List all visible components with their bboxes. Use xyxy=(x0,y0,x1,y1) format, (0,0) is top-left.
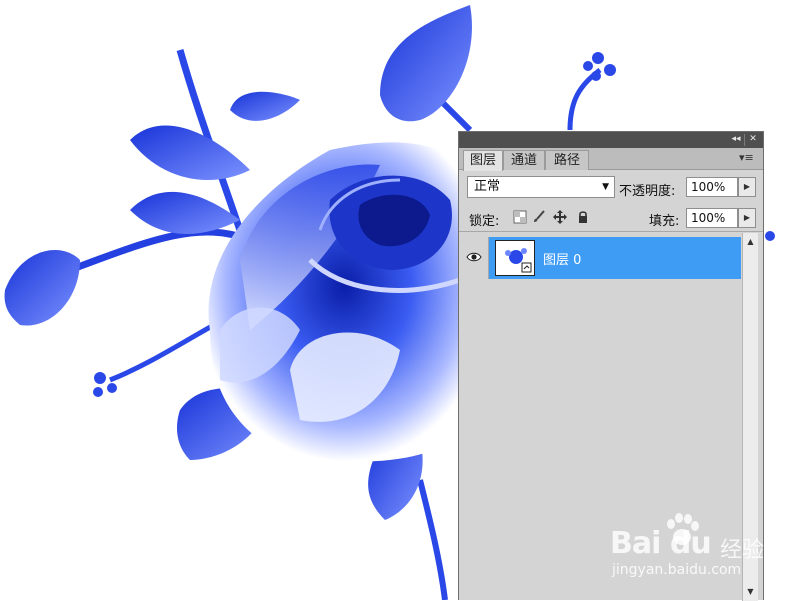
layers-panel: ◂◂ ✕ 图层 通道 路径 ▾≡ 正常 ▼ 不透明度: 100% ▶ 锁定: 填… xyxy=(458,131,764,601)
tab-layers[interactable]: 图层 xyxy=(463,150,503,171)
layer-row[interactable]: 图层 0 xyxy=(459,237,741,279)
blend-row: 正常 ▼ 不透明度: 100% ▶ xyxy=(459,170,763,202)
blend-mode-value: 正常 xyxy=(474,179,501,194)
dropdown-arrow-icon: ▼ xyxy=(602,182,609,192)
fill-input[interactable]: 100% xyxy=(686,208,738,228)
scroll-up-icon[interactable]: ▲ xyxy=(743,235,758,249)
fill-spin-arrow-icon[interactable]: ▶ xyxy=(738,208,756,228)
brush-icon[interactable] xyxy=(532,210,546,224)
lock-label: 锁定: xyxy=(469,214,500,229)
opacity-input[interactable]: 100% xyxy=(686,177,738,197)
opacity-label: 不透明度: xyxy=(619,184,676,199)
layer-list-scrollbar[interactable]: ▲ ▼ xyxy=(742,233,758,601)
titlebar-divider xyxy=(744,134,745,146)
panel-tabbar: 图层 通道 路径 ▾≡ xyxy=(459,148,763,171)
tab-channels[interactable]: 通道 xyxy=(503,150,545,170)
eye-icon xyxy=(466,252,482,262)
layer-name: 图层 0 xyxy=(543,253,582,268)
lock-icon[interactable] xyxy=(576,210,590,224)
collapse-icon[interactable]: ◂◂ xyxy=(729,133,743,146)
visibility-toggle[interactable] xyxy=(459,237,489,279)
panel-menu-icon[interactable]: ▾≡ xyxy=(739,151,754,165)
fill-label: 填充: xyxy=(649,214,680,229)
layer-list: 图层 0 xyxy=(459,233,741,600)
opacity-spin-arrow-icon[interactable]: ▶ xyxy=(738,177,756,197)
tab-paths[interactable]: 路径 xyxy=(545,150,589,170)
lock-transparent-icon[interactable] xyxy=(513,210,527,224)
panel-titlebar[interactable]: ◂◂ ✕ xyxy=(459,132,763,148)
layer-thumbnail-image xyxy=(505,248,532,273)
move-icon[interactable] xyxy=(553,210,567,224)
layer-thumbnail[interactable] xyxy=(495,240,535,276)
scroll-down-icon[interactable]: ▼ xyxy=(743,585,758,599)
lock-row: 锁定: 填充: 100% ▶ xyxy=(459,202,763,232)
blend-mode-select[interactable]: 正常 ▼ xyxy=(467,176,615,198)
close-icon[interactable]: ✕ xyxy=(746,133,760,146)
